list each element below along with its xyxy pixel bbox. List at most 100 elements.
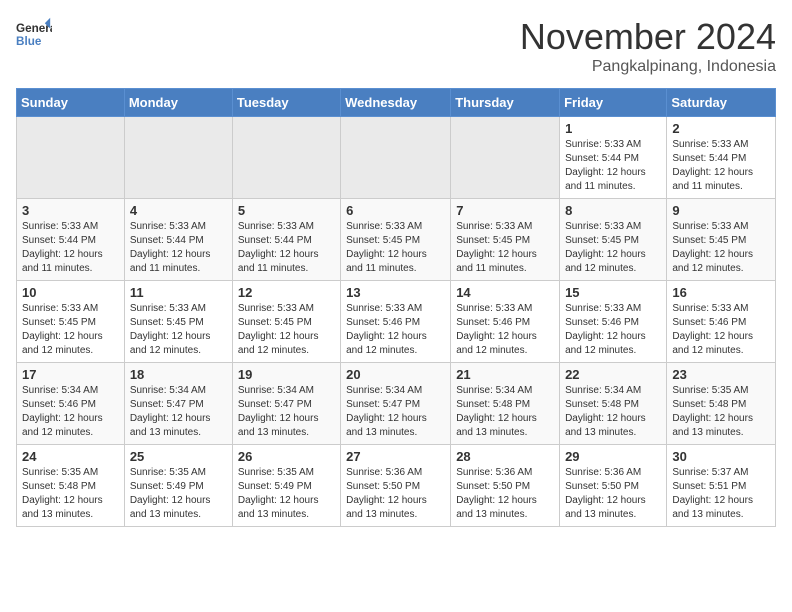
calendar-cell: 29 Sunrise: 5:36 AMSunset: 5:50 PMDayligh… (560, 445, 667, 527)
calendar-cell (232, 117, 340, 199)
calendar-cell: 23 Sunrise: 5:35 AMSunset: 5:48 PMDayligh… (667, 363, 776, 445)
weekday-header: Friday (560, 89, 667, 117)
day-number: 27 (346, 449, 445, 464)
day-info: Sunrise: 5:36 AMSunset: 5:50 PMDaylight:… (565, 466, 661, 522)
calendar-cell: 5 Sunrise: 5:33 AMSunset: 5:44 PMDaylight… (232, 199, 340, 281)
weekday-header: Saturday (667, 89, 776, 117)
day-info: Sunrise: 5:36 AMSunset: 5:50 PMDaylight:… (346, 466, 445, 522)
location-title: Pangkalpinang, Indonesia (520, 58, 776, 76)
calendar-cell: 15 Sunrise: 5:33 AMSunset: 5:46 PMDayligh… (560, 281, 667, 363)
day-info: Sunrise: 5:33 AMSunset: 5:45 PMDaylight:… (346, 220, 445, 276)
day-info: Sunrise: 5:33 AMSunset: 5:46 PMDaylight:… (672, 302, 770, 358)
calendar-week-row: 24 Sunrise: 5:35 AMSunset: 5:48 PMDayligh… (17, 445, 776, 527)
calendar-cell: 13Sunrise: 5:33 AMSunset: 5:46 PMDayligh… (341, 281, 451, 363)
day-info: Sunrise: 5:33 AMSunset: 5:45 PMDaylight:… (456, 220, 554, 276)
day-number: 28 (456, 449, 554, 464)
calendar-cell: 1 Sunrise: 5:33 AMSunset: 5:44 PMDaylight… (560, 117, 667, 199)
day-info: Sunrise: 5:33 AMSunset: 5:45 PMDaylight:… (672, 220, 770, 276)
weekday-header: Monday (124, 89, 232, 117)
calendar-cell: 4 Sunrise: 5:33 AMSunset: 5:44 PMDaylight… (124, 199, 232, 281)
day-number: 10 (22, 285, 119, 300)
calendar-cell: 14 Sunrise: 5:33 AMSunset: 5:46 PMDayligh… (451, 281, 560, 363)
day-number: 20 (346, 367, 445, 382)
logo: General Blue (16, 16, 52, 52)
day-info: Sunrise: 5:33 AMSunset: 5:44 PMDaylight:… (130, 220, 227, 276)
weekday-header: Thursday (451, 89, 560, 117)
weekday-header: Sunday (17, 89, 125, 117)
day-number: 14 (456, 285, 554, 300)
calendar-cell: 27 Sunrise: 5:36 AMSunset: 5:50 PMDayligh… (341, 445, 451, 527)
day-info: Sunrise: 5:33 AMSunset: 5:45 PMDaylight:… (22, 302, 119, 358)
day-number: 29 (565, 449, 661, 464)
day-number: 13 (346, 285, 445, 300)
day-info: Sunrise: 5:34 AMSunset: 5:47 PMDaylight:… (130, 384, 227, 440)
calendar-cell: 16 Sunrise: 5:33 AMSunset: 5:46 PMDayligh… (667, 281, 776, 363)
day-number: 4 (130, 203, 227, 218)
calendar-cell: 11 Sunrise: 5:33 AMSunset: 5:45 PMDayligh… (124, 281, 232, 363)
day-number: 22 (565, 367, 661, 382)
day-number: 9 (672, 203, 770, 218)
calendar-table: SundayMondayTuesdayWednesdayThursdayFrid… (16, 88, 776, 527)
day-number: 26 (238, 449, 335, 464)
day-info: Sunrise: 5:35 AMSunset: 5:49 PMDaylight:… (130, 466, 227, 522)
day-info: Sunrise: 5:34 AMSunset: 5:46 PMDaylight:… (22, 384, 119, 440)
day-info: Sunrise: 5:34 AMSunset: 5:47 PMDaylight:… (346, 384, 445, 440)
title-area: November 2024 Pangkalpinang, Indonesia (520, 16, 776, 76)
day-number: 30 (672, 449, 770, 464)
svg-text:Blue: Blue (16, 35, 42, 48)
calendar-week-row: 1 Sunrise: 5:33 AMSunset: 5:44 PMDaylight… (17, 117, 776, 199)
day-number: 21 (456, 367, 554, 382)
day-info: Sunrise: 5:37 AMSunset: 5:51 PMDaylight:… (672, 466, 770, 522)
day-number: 5 (238, 203, 335, 218)
calendar-cell (341, 117, 451, 199)
calendar-week-row: 10 Sunrise: 5:33 AMSunset: 5:45 PMDayligh… (17, 281, 776, 363)
day-info: Sunrise: 5:33 AMSunset: 5:45 PMDaylight:… (238, 302, 335, 358)
day-info: Sunrise: 5:36 AMSunset: 5:50 PMDaylight:… (456, 466, 554, 522)
day-info: Sunrise: 5:34 AMSunset: 5:47 PMDaylight:… (238, 384, 335, 440)
calendar-cell: 9 Sunrise: 5:33 AMSunset: 5:45 PMDaylight… (667, 199, 776, 281)
calendar-cell: 12 Sunrise: 5:33 AMSunset: 5:45 PMDayligh… (232, 281, 340, 363)
calendar-cell: 20 Sunrise: 5:34 AMSunset: 5:47 PMDayligh… (341, 363, 451, 445)
calendar-cell: 17Sunrise: 5:34 AMSunset: 5:46 PMDayligh… (17, 363, 125, 445)
calendar-cell (124, 117, 232, 199)
calendar-cell: 28 Sunrise: 5:36 AMSunset: 5:50 PMDayligh… (451, 445, 560, 527)
day-info: Sunrise: 5:33 AMSunset: 5:46 PMDaylight:… (456, 302, 554, 358)
calendar-week-row: 3 Sunrise: 5:33 AMSunset: 5:44 PMDaylight… (17, 199, 776, 281)
calendar-cell: 3 Sunrise: 5:33 AMSunset: 5:44 PMDaylight… (17, 199, 125, 281)
day-number: 16 (672, 285, 770, 300)
day-info: Sunrise: 5:33 AMSunset: 5:45 PMDaylight:… (565, 220, 661, 276)
day-info: Sunrise: 5:35 AMSunset: 5:48 PMDaylight:… (22, 466, 119, 522)
calendar-week-row: 17Sunrise: 5:34 AMSunset: 5:46 PMDayligh… (17, 363, 776, 445)
day-number: 1 (565, 121, 661, 136)
day-info: Sunrise: 5:33 AMSunset: 5:44 PMDaylight:… (22, 220, 119, 276)
calendar-header-row: SundayMondayTuesdayWednesdayThursdayFrid… (17, 89, 776, 117)
day-number: 3 (22, 203, 119, 218)
day-number: 15 (565, 285, 661, 300)
day-number: 11 (130, 285, 227, 300)
day-info: Sunrise: 5:33 AMSunset: 5:44 PMDaylight:… (565, 138, 661, 194)
calendar-cell: 26 Sunrise: 5:35 AMSunset: 5:49 PMDayligh… (232, 445, 340, 527)
day-number: 25 (130, 449, 227, 464)
day-info: Sunrise: 5:33 AMSunset: 5:46 PMDaylight:… (565, 302, 661, 358)
calendar-cell: 25 Sunrise: 5:35 AMSunset: 5:49 PMDayligh… (124, 445, 232, 527)
calendar-cell: 19 Sunrise: 5:34 AMSunset: 5:47 PMDayligh… (232, 363, 340, 445)
calendar-cell (451, 117, 560, 199)
day-info: Sunrise: 5:35 AMSunset: 5:49 PMDaylight:… (238, 466, 335, 522)
day-info: Sunrise: 5:33 AMSunset: 5:44 PMDaylight:… (672, 138, 770, 194)
calendar-cell: 6 Sunrise: 5:33 AMSunset: 5:45 PMDaylight… (341, 199, 451, 281)
day-number: 12 (238, 285, 335, 300)
day-number: 24 (22, 449, 119, 464)
logo-icon: General Blue (16, 16, 52, 52)
day-info: Sunrise: 5:33 AMSunset: 5:45 PMDaylight:… (130, 302, 227, 358)
calendar-cell: 10 Sunrise: 5:33 AMSunset: 5:45 PMDayligh… (17, 281, 125, 363)
day-number: 8 (565, 203, 661, 218)
calendar-cell: 7Sunrise: 5:33 AMSunset: 5:45 PMDaylight… (451, 199, 560, 281)
calendar-cell: 8 Sunrise: 5:33 AMSunset: 5:45 PMDaylight… (560, 199, 667, 281)
day-number: 6 (346, 203, 445, 218)
calendar-cell: 22Sunrise: 5:34 AMSunset: 5:48 PMDayligh… (560, 363, 667, 445)
day-info: Sunrise: 5:35 AMSunset: 5:48 PMDaylight:… (672, 384, 770, 440)
day-number: 18 (130, 367, 227, 382)
day-number: 23 (672, 367, 770, 382)
day-number: 19 (238, 367, 335, 382)
day-info: Sunrise: 5:33 AMSunset: 5:44 PMDaylight:… (238, 220, 335, 276)
